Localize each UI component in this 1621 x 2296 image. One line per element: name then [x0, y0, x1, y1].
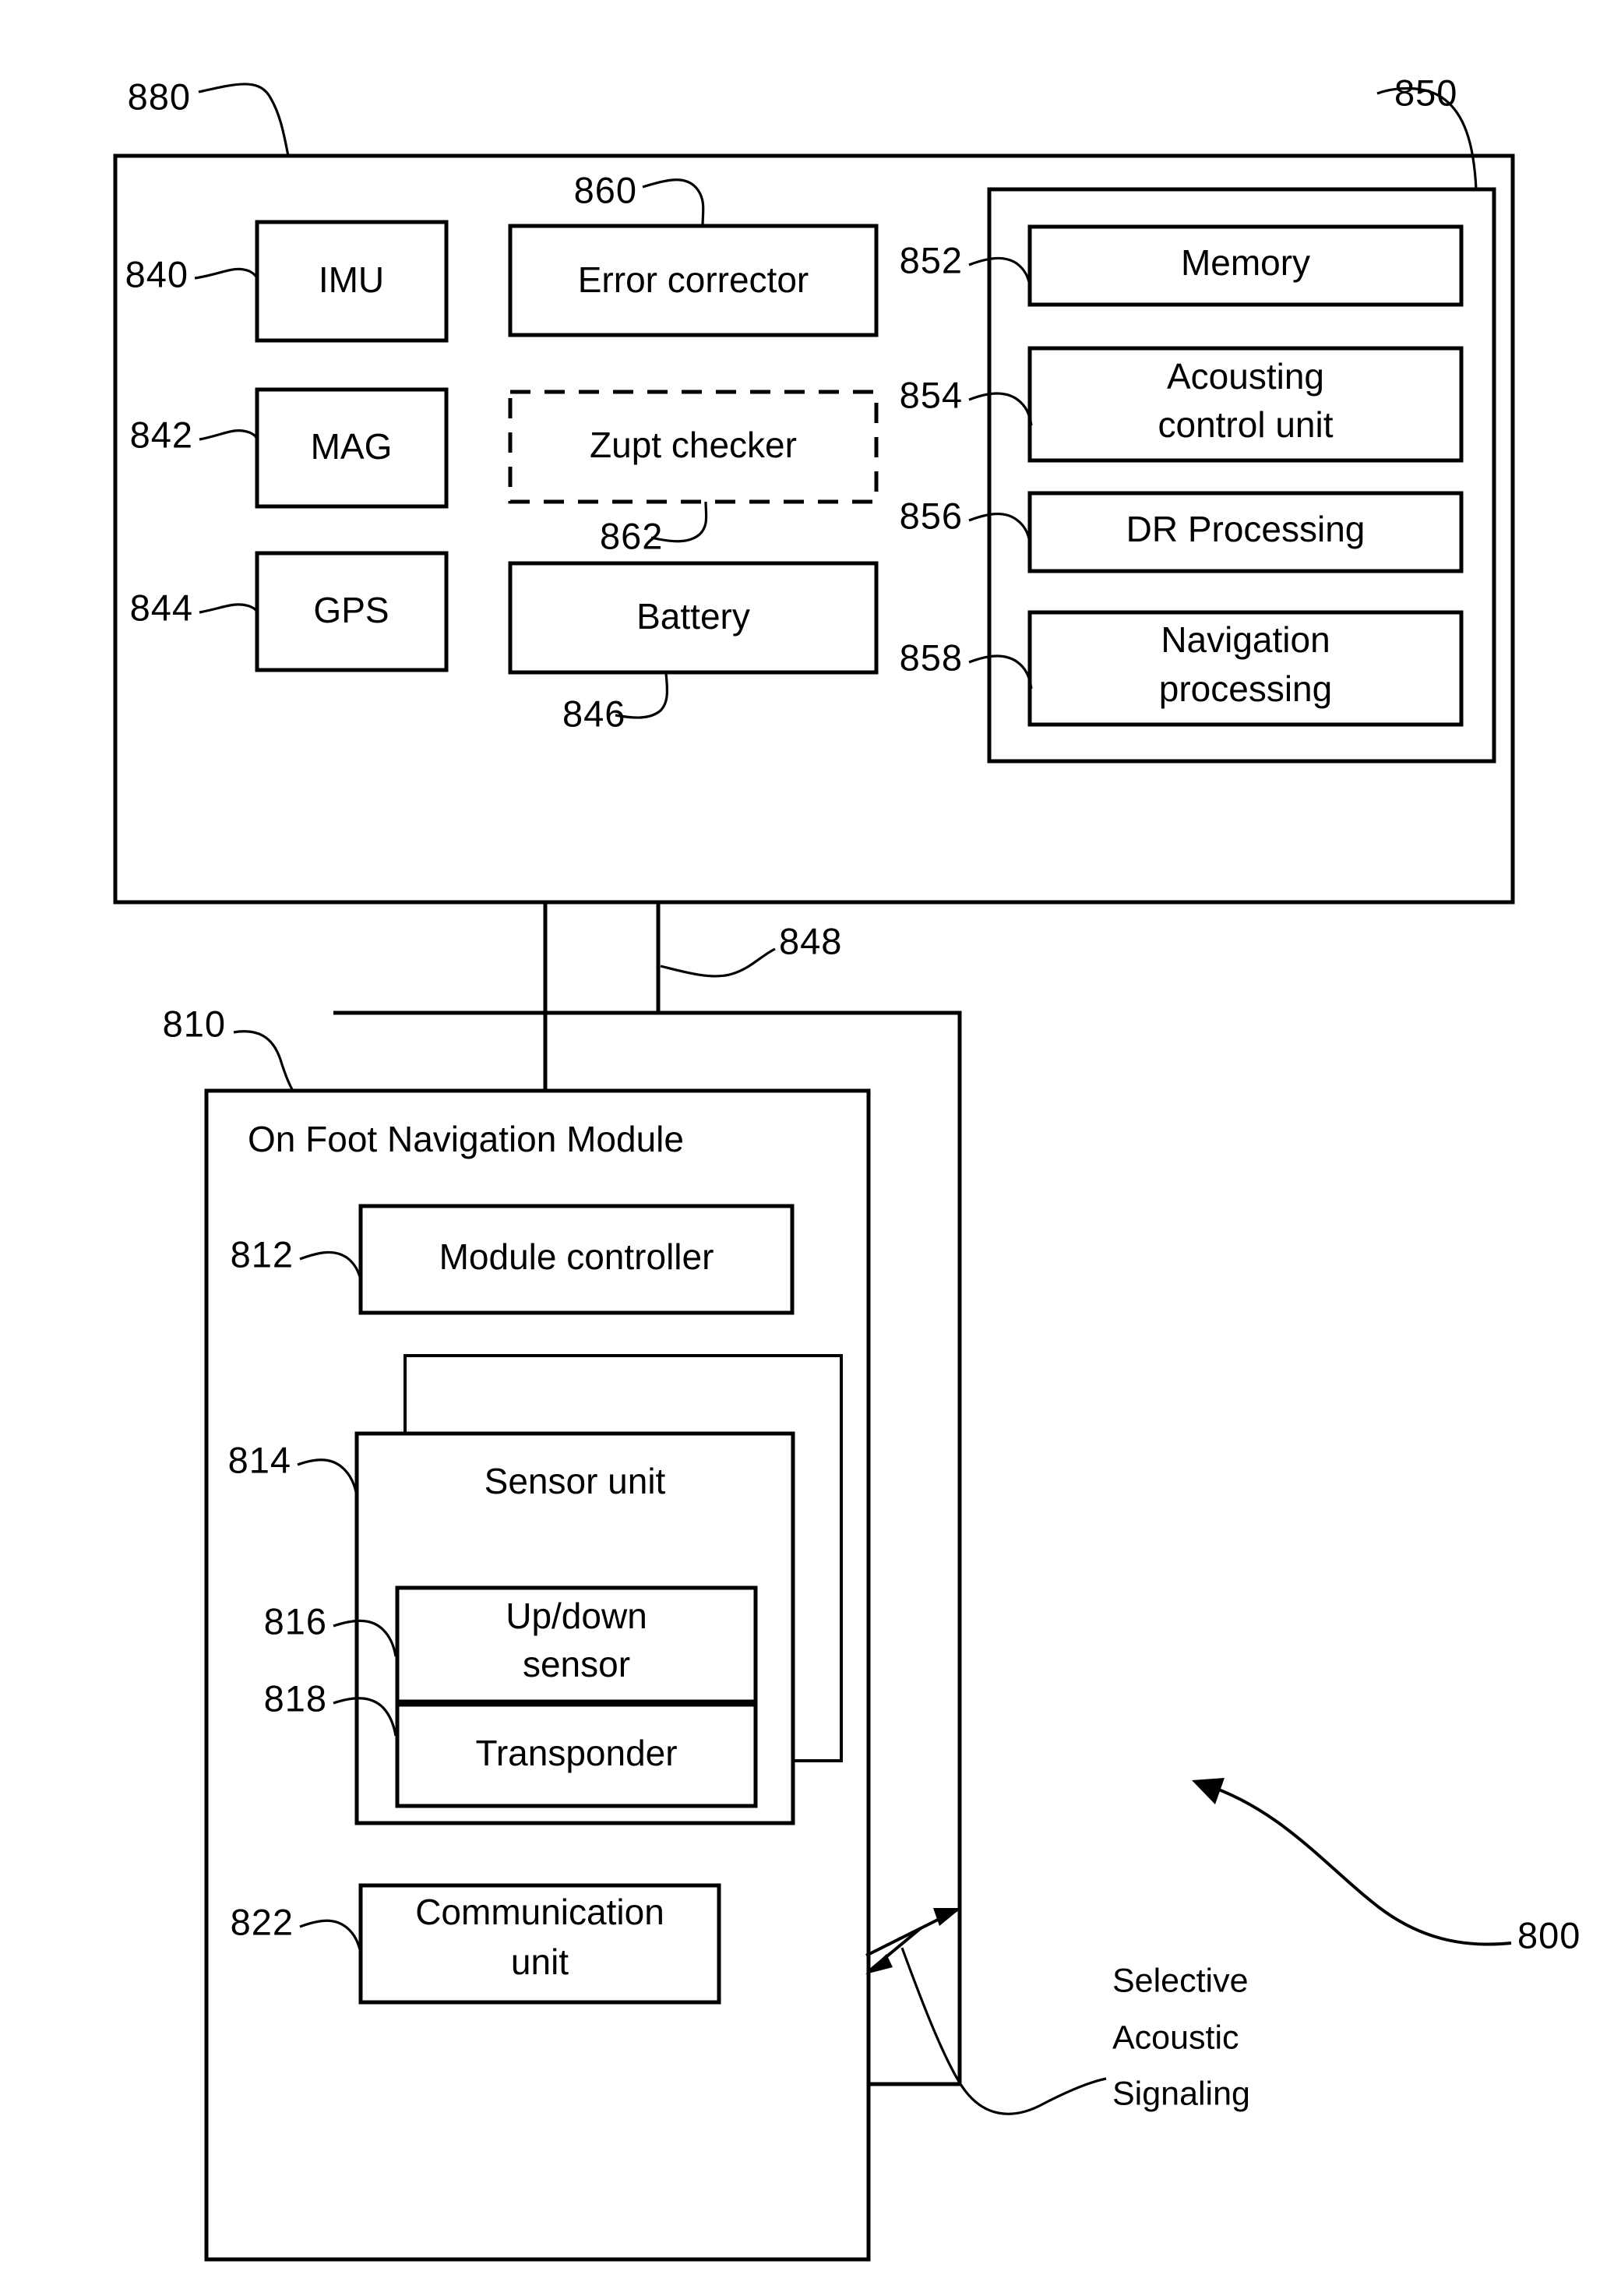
ref-854: 854 [900, 374, 963, 415]
ref-856: 856 [900, 495, 963, 536]
gps-label: GPS [313, 590, 389, 630]
up-down-sensor-label-line1: Up/down [506, 1596, 647, 1636]
annotation-line-2: Acoustic [1112, 2019, 1239, 2056]
battery-label: Battery [636, 596, 750, 637]
leader-selective-acoustic-signaling [900, 1947, 1107, 2115]
overall-ref-arrow-line [1203, 1783, 1512, 1946]
ref-818: 818 [264, 1677, 327, 1719]
overall-ref-arrow-head [1192, 1778, 1225, 1804]
ref-844: 844 [130, 587, 193, 628]
leader-840 [194, 267, 259, 282]
diagram-canvas: 880 IMU 840 MAG 842 GPS 844 Error correc… [113, 72, 1580, 2262]
leader-856 [968, 512, 1031, 543]
ref-860: 860 [574, 169, 637, 210]
leader-852 [968, 256, 1031, 286]
zupt-checker-label: Zupt checker [590, 425, 797, 465]
ref-816: 816 [264, 1600, 327, 1642]
acousting-control-unit-label-line1: Acousting [1167, 356, 1324, 397]
leader-848 [660, 947, 776, 978]
ref-812: 812 [231, 1233, 294, 1275]
ref-862: 862 [600, 515, 663, 556]
ref-822: 822 [231, 1901, 294, 1942]
acoustic-arrow-up-head [933, 1908, 961, 1926]
sensor-unit-label: Sensor unit [485, 1461, 666, 1501]
ref-850: 850 [1394, 72, 1457, 113]
ref-840: 840 [125, 253, 189, 294]
ref-810: 810 [163, 1003, 226, 1044]
ref-846: 846 [562, 693, 625, 734]
imu-label: IMU [319, 259, 384, 300]
error-corrector-label: Error corrector [578, 259, 809, 300]
ref-842: 842 [130, 414, 193, 455]
up-down-sensor-label-line2: sensor [523, 1644, 630, 1684]
navigation-processing-label-line2: processing [1159, 668, 1332, 709]
ref-814: 814 [228, 1439, 291, 1480]
leader-844 [199, 603, 259, 615]
leader-880 [198, 83, 290, 157]
patent-figure: 880 IMU 840 MAG 842 GPS 844 Error correc… [0, 0, 1621, 2296]
ref-852: 852 [900, 239, 963, 280]
annotation-line-1: Selective [1112, 1962, 1248, 1999]
mag-label: MAG [311, 426, 393, 467]
leader-858 [968, 654, 1033, 690]
communication-unit-label-line1: Communication [415, 1892, 664, 1932]
dr-processing-label: DR Processing [1126, 509, 1366, 549]
memory-label: Memory [1181, 242, 1310, 283]
leader-854 [968, 392, 1033, 426]
communication-unit-label-line2: unit [511, 1942, 569, 1982]
ref-858: 858 [900, 637, 963, 678]
leader-860 [642, 178, 705, 227]
navigation-processing-label-line1: Navigation [1161, 619, 1330, 660]
ref-800: 800 [1517, 1914, 1580, 1956]
foot-module-title: On Foot Navigation Module [248, 1119, 684, 1159]
acousting-control-unit-label-line2: control unit [1158, 404, 1333, 445]
transponder-label: Transponder [475, 1733, 677, 1773]
ref-880: 880 [128, 76, 191, 117]
leader-842 [199, 429, 259, 443]
module-controller-label: Module controller [439, 1236, 714, 1277]
ref-848: 848 [779, 920, 842, 961]
annotation-line-3: Signaling [1112, 2075, 1250, 2112]
